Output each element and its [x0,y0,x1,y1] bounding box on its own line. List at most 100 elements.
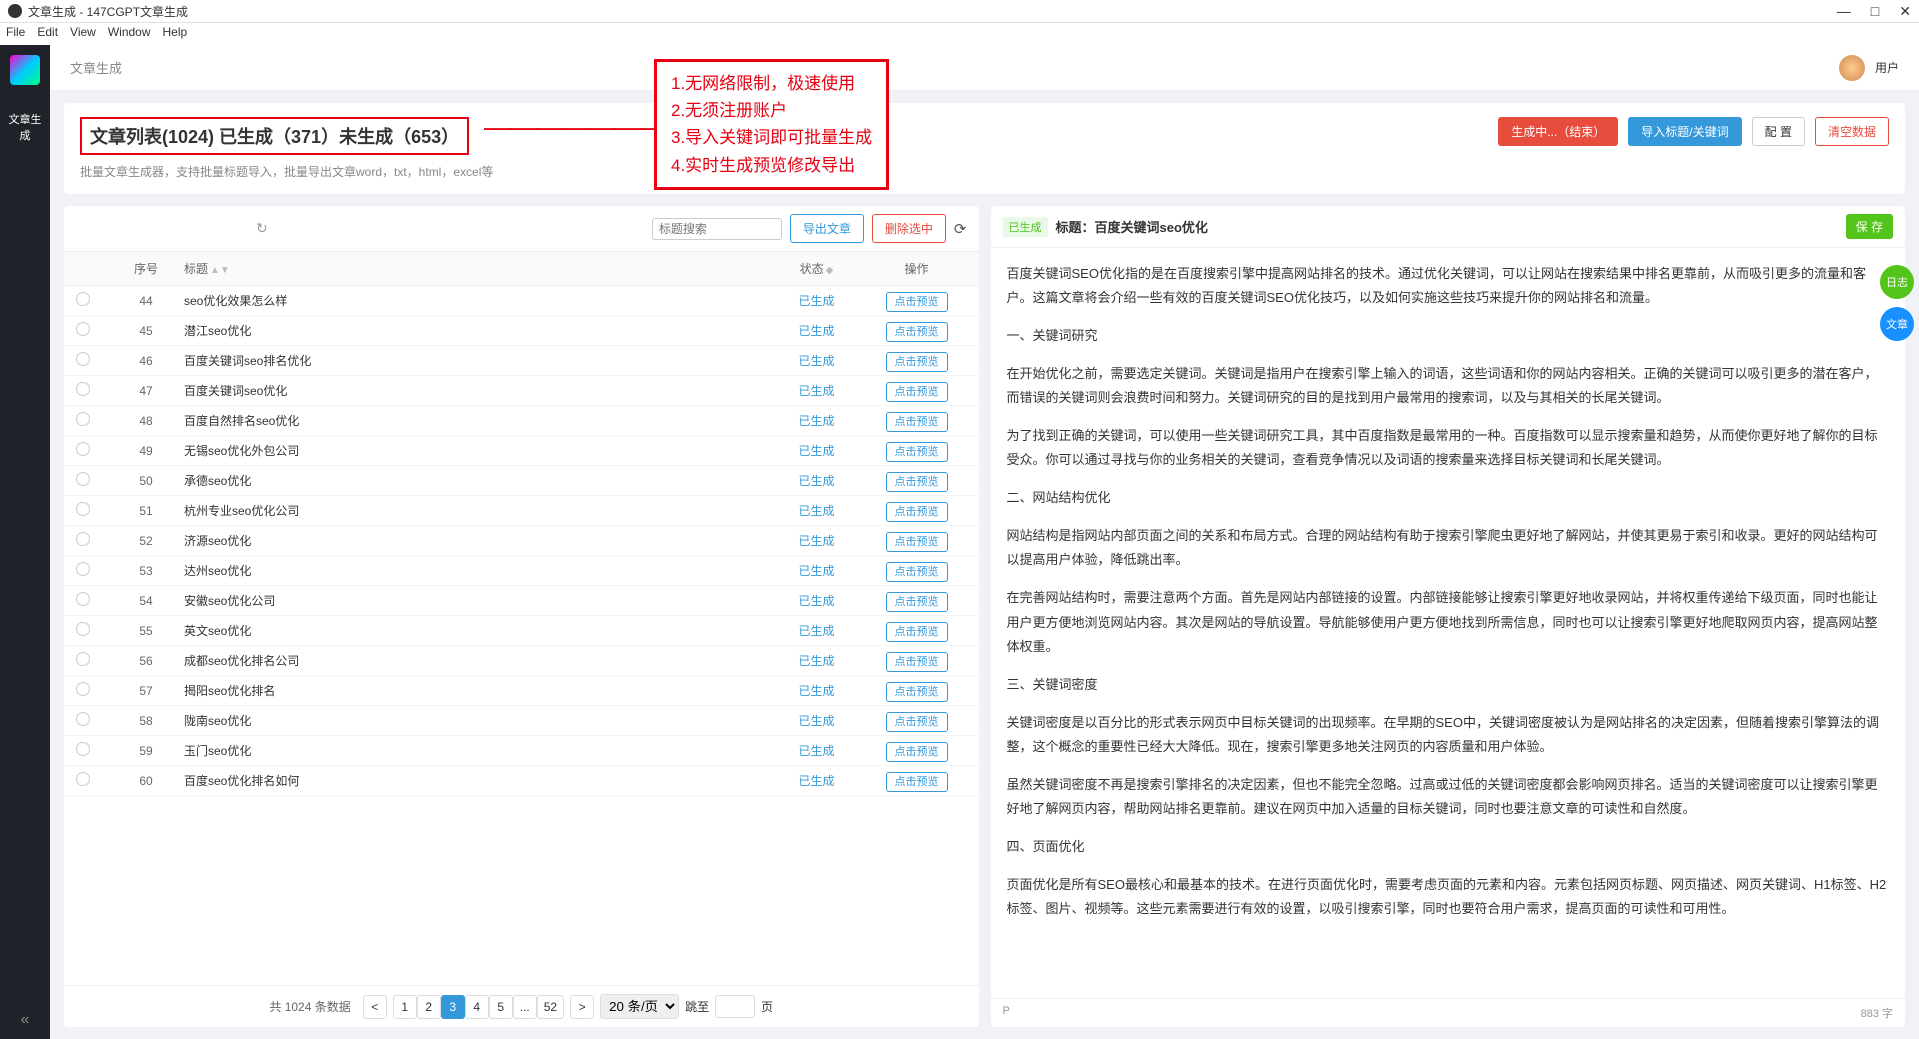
menu-file[interactable]: File [6,25,25,43]
row-checkbox[interactable] [76,682,90,696]
refresh-icon[interactable]: ⟳ [954,220,967,238]
row-checkbox[interactable] [76,532,90,546]
sidebar-collapse-button[interactable]: « [21,1011,30,1029]
save-button[interactable]: 保 存 [1846,214,1893,239]
row-status: 已生成 [767,682,867,699]
table-row[interactable]: 54 安徽seo优化公司 已生成 点击预览 [64,586,979,616]
row-title: 玉门seo优化 [176,742,767,759]
preview-button[interactable]: 点击预览 [886,712,948,732]
generating-button[interactable]: 生成中...（结束） [1498,117,1618,146]
preview-button[interactable]: 点击预览 [886,562,948,582]
config-button[interactable]: 配 置 [1752,117,1805,146]
page-1[interactable]: 1 [393,995,417,1019]
page-next[interactable]: > [570,995,594,1019]
clear-button[interactable]: 清空数据 [1815,117,1889,146]
close-button[interactable]: ✕ [1899,3,1911,20]
preview-button[interactable]: 点击预览 [886,622,948,642]
preview-button[interactable]: 点击预览 [886,652,948,672]
table-row[interactable]: 48 百度自然排名seo优化 已生成 点击预览 [64,406,979,436]
table-row[interactable]: 50 承德seo优化 已生成 点击预览 [64,466,979,496]
row-checkbox[interactable] [76,292,90,306]
menu-help[interactable]: Help [163,25,188,43]
row-checkbox[interactable] [76,472,90,486]
page-...[interactable]: ... [513,995,537,1019]
row-checkbox[interactable] [76,712,90,726]
row-checkbox[interactable] [76,442,90,456]
float-article-button[interactable]: 文章 [1880,307,1914,341]
preview-button[interactable]: 点击预览 [886,682,948,702]
page-3[interactable]: 3 [441,995,465,1019]
page-2[interactable]: 2 [417,995,441,1019]
menu-edit[interactable]: Edit [37,25,58,43]
import-button[interactable]: 导入标题/关键词 [1628,117,1741,146]
table-row[interactable]: 53 达州seo优化 已生成 点击预览 [64,556,979,586]
preview-button[interactable]: 点击预览 [886,322,948,342]
float-log-button[interactable]: 日志 [1880,265,1914,299]
table-row[interactable]: 59 玉门seo优化 已生成 点击预览 [64,736,979,766]
table-row[interactable]: 58 陇南seo优化 已生成 点击预览 [64,706,979,736]
row-title: 潜江seo优化 [176,322,767,339]
row-checkbox[interactable] [76,742,90,756]
preview-button[interactable]: 点击预览 [886,772,948,792]
table-row[interactable]: 45 潜江seo优化 已生成 点击预览 [64,316,979,346]
menubar: File Edit View Window Help [0,23,1919,45]
delete-selected-button[interactable]: 删除选中 [872,214,946,243]
row-title: 达州seo优化 [176,562,767,579]
page-prev[interactable]: < [363,995,387,1019]
table-row[interactable]: 44 seo优化效果怎么样 已生成 点击预览 [64,286,979,316]
sidebar: 文章生成 « [0,45,50,1039]
page-4[interactable]: 4 [465,995,489,1019]
row-checkbox[interactable] [76,562,90,576]
table-row[interactable]: 52 济源seo优化 已生成 点击预览 [64,526,979,556]
sort-icon[interactable]: ▲▼ [210,265,230,276]
preview-button[interactable]: 点击预览 [886,382,948,402]
preview-button[interactable]: 点击预览 [886,412,948,432]
menu-view[interactable]: View [70,25,96,43]
preview-button[interactable]: 点击预览 [886,742,948,762]
export-button[interactable]: 导出文章 [790,214,864,243]
row-checkbox[interactable] [76,352,90,366]
table-header: 序号 标题▲▼ 状态◆ 操作 [64,252,979,286]
sort-icon[interactable]: ◆ [826,265,834,276]
row-checkbox[interactable] [76,502,90,516]
preview-button[interactable]: 点击预览 [886,592,948,612]
preview-button[interactable]: 点击预览 [886,352,948,372]
minimize-button[interactable]: — [1837,3,1851,20]
table-row[interactable]: 46 百度关键词seo排名优化 已生成 点击预览 [64,346,979,376]
word-count: 883 字 [1861,1005,1893,1021]
article-body[interactable]: 百度关键词SEO优化指的是在百度搜索引擎中提高网站排名的技术。通过优化关键词，可… [991,248,1906,998]
preview-button[interactable]: 点击预览 [886,532,948,552]
preview-button[interactable]: 点击预览 [886,442,948,462]
row-title: 杭州专业seo优化公司 [176,502,767,519]
maximize-button[interactable]: □ [1871,3,1879,20]
table-row[interactable]: 60 百度seo优化排名如何 已生成 点击预览 [64,766,979,796]
row-checkbox[interactable] [76,622,90,636]
page-5[interactable]: 5 [489,995,513,1019]
row-checkbox[interactable] [76,772,90,786]
row-num: 56 [116,654,176,668]
preview-button[interactable]: 点击预览 [886,292,948,312]
row-checkbox[interactable] [76,382,90,396]
table-row[interactable]: 51 杭州专业seo优化公司 已生成 点击预览 [64,496,979,526]
row-checkbox[interactable] [76,592,90,606]
sidebar-item-article-gen[interactable]: 文章生成 [0,103,50,151]
search-input[interactable] [652,218,782,240]
table-row[interactable]: 56 成都seo优化排名公司 已生成 点击预览 [64,646,979,676]
row-status: 已生成 [767,592,867,609]
table-row[interactable]: 47 百度关键词seo优化 已生成 点击预览 [64,376,979,406]
table-row[interactable]: 55 英文seo优化 已生成 点击预览 [64,616,979,646]
article-paragraph: 网站结构是指网站内部页面之间的关系和布局方式。合理的网站结构有助于搜索引擎爬虫更… [1007,524,1890,572]
jump-input[interactable] [715,995,755,1018]
row-checkbox[interactable] [76,412,90,426]
avatar[interactable] [1839,55,1865,81]
per-page-select[interactable]: 20 条/页 [600,994,679,1019]
preview-button[interactable]: 点击预览 [886,502,948,522]
menu-window[interactable]: Window [108,25,151,43]
row-checkbox[interactable] [76,322,90,336]
app-icon [8,4,22,18]
table-row[interactable]: 57 揭阳seo优化排名 已生成 点击预览 [64,676,979,706]
page-52[interactable]: 52 [537,995,564,1019]
row-checkbox[interactable] [76,652,90,666]
preview-button[interactable]: 点击预览 [886,472,948,492]
table-row[interactable]: 49 无锡seo优化外包公司 已生成 点击预览 [64,436,979,466]
